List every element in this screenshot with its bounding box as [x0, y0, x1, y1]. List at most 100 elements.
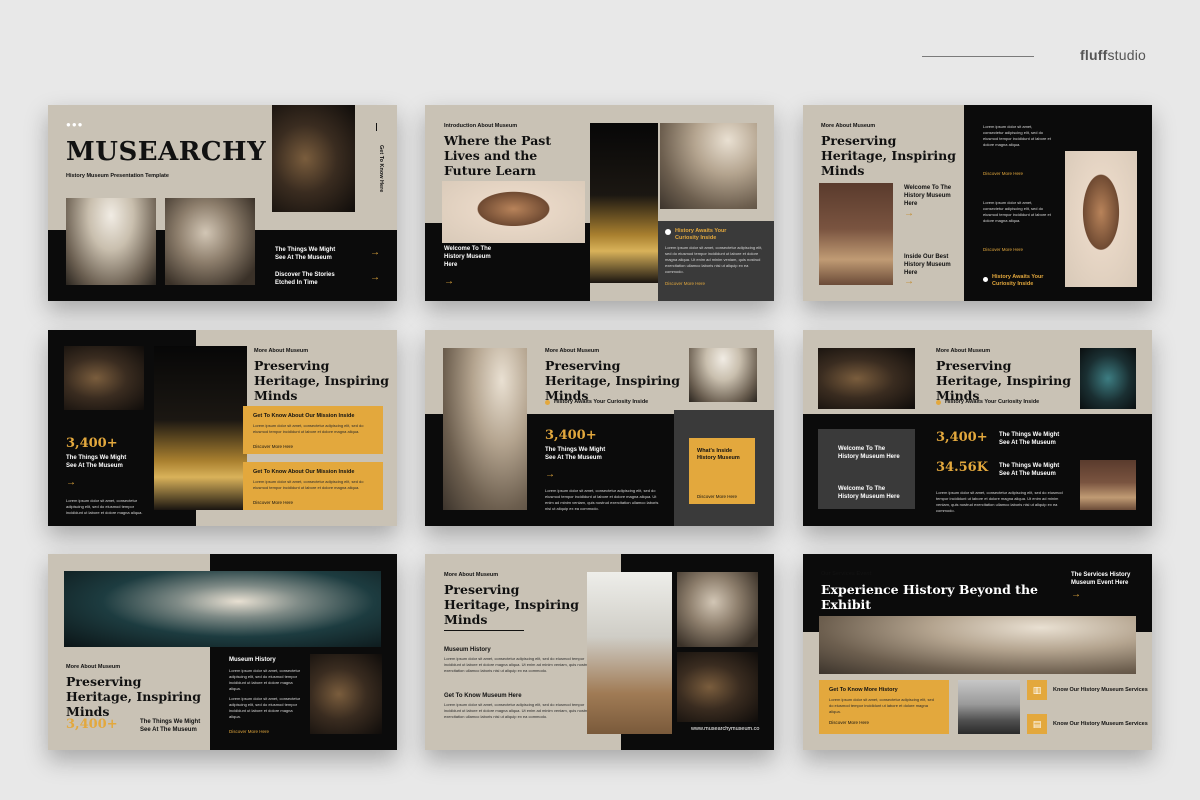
body-text: Lorem ipsum dolor sit amet, consectetur …	[545, 488, 659, 511]
slide-tag: Our Services Event	[821, 571, 872, 577]
discover-link[interactable]: Discover More Here	[983, 247, 1023, 252]
body-text: Lorem ipsum dolor sit amet, consectetur …	[829, 697, 934, 714]
brand-logo[interactable]: fluffstudio	[1080, 47, 1146, 63]
body-text: Lorem ipsum dolor sit amet, consectetur …	[253, 479, 364, 490]
slide-cover[interactable]: ●●● MUSEARCHY History Museum Presentatio…	[48, 105, 397, 301]
bullet-text: History Awaits Your Curiosity Inside	[945, 399, 1040, 405]
service-item[interactable]: Know Our History Museum Services	[1053, 687, 1148, 693]
slide-tag: More About Museum	[545, 348, 600, 354]
discover-link[interactable]: Discover More Here	[253, 444, 293, 449]
body-text: Lorem ipsum dolor sit amet, consectetur …	[983, 200, 1051, 223]
body-text: Lorem ipsum dolor sit amet, consectetur …	[229, 668, 301, 691]
arch-photo	[443, 348, 527, 510]
body-text: Lorem ipsum dolor sit amet, consectetur …	[444, 656, 591, 673]
box-title: What's Inside History Museum	[697, 448, 740, 461]
bust-photo	[442, 181, 585, 243]
bullet-text: History Awaits Your Curiosity Inside	[675, 228, 727, 241]
slide-about[interactable]: More About Museum Preserving Heritage, I…	[803, 105, 1152, 301]
arrow-right-icon[interactable]: →	[444, 277, 454, 287]
gallery-photo	[819, 183, 893, 285]
discover-link[interactable]: Discover More Here	[229, 729, 269, 734]
hall-photo	[66, 198, 156, 285]
hall-photo	[689, 348, 757, 402]
service-item[interactable]: Know Our History Museum Services	[1053, 721, 1148, 727]
arrow-right-icon[interactable]: →	[904, 209, 914, 219]
welcome-text: Welcome To The History Museum Here	[838, 486, 900, 500]
divider	[376, 123, 377, 131]
mission-box-title: Get To Know About Our Mission Inside	[253, 469, 355, 475]
chandelier-photo	[272, 105, 355, 212]
stat-label: The Things We Might See At The Museum	[545, 447, 606, 461]
body-text: Lorem ipsum dolor sit amet, consectetur …	[936, 490, 1063, 513]
stat-number: 34.56K	[936, 460, 989, 475]
slide-history[interactable]: More About Museum Preserving Heritage, I…	[48, 554, 397, 750]
know-heading: Get To Know Museum Here	[444, 693, 522, 699]
website-url[interactable]: www.musearchymuseum.co	[691, 726, 759, 733]
slide-tag: More About Museum	[444, 572, 499, 578]
bullet-icon	[936, 400, 941, 405]
document-icon[interactable]: ▤	[1027, 714, 1047, 734]
busts-photo	[818, 348, 915, 409]
slide-title: Preserving Heritage, Inspiring Minds	[444, 582, 579, 627]
arch-photo	[660, 123, 757, 209]
stat-number: 3,400+	[66, 436, 118, 451]
stat-label: The Things We Might See At The Museum	[999, 463, 1060, 477]
cover-subtitle: History Museum Presentation Template	[66, 173, 169, 179]
slide-introduction[interactable]: Introduction About Museum Where the Past…	[425, 105, 774, 301]
face-photo	[165, 198, 255, 285]
discover-link[interactable]: Discover More Here	[983, 171, 1023, 176]
building-photo	[958, 680, 1020, 734]
museum-icon[interactable]: ▥	[1027, 680, 1047, 700]
slide-tag: More About Museum	[936, 348, 991, 354]
arrow-right-icon[interactable]: →	[370, 248, 380, 258]
arrow-right-icon[interactable]: →	[66, 478, 76, 488]
discover-link[interactable]: Discover More Here	[829, 720, 869, 725]
discover-link[interactable]: Discover More Here	[697, 494, 737, 499]
arrow-right-icon[interactable]: →	[545, 470, 555, 480]
slide-tag: More About Museum	[821, 123, 876, 129]
services-event: The Services History Museum Event Here	[1071, 572, 1131, 586]
dots-icon: ●●●	[66, 120, 84, 129]
slide-services[interactable]: Our Services Event Experience History Be…	[803, 554, 1152, 750]
skylight-gallery-photo	[587, 572, 672, 734]
arrow-right-icon[interactable]: →	[370, 273, 380, 283]
slide-tag: More About Museum	[254, 348, 309, 354]
stat-label: The Things We Might See At The Museum	[999, 432, 1060, 446]
cover-title: MUSEARCHY	[66, 137, 267, 167]
vertical-label: Get To Know Here	[378, 145, 384, 193]
stat-number: 3,400+	[66, 717, 118, 732]
busts-photo	[310, 654, 382, 734]
discover-link[interactable]: Discover More Here	[253, 500, 293, 505]
exhibit-photo	[677, 652, 758, 722]
louvre-photo	[154, 346, 247, 510]
slide-museum-history[interactable]: More About Museum Preserving Heritage, I…	[425, 554, 774, 750]
arrow-right-icon[interactable]: →	[904, 277, 914, 287]
history-heading: Museum History	[444, 647, 491, 653]
origami-birds-photo	[64, 571, 381, 647]
mission-box-title: Get To Know About Our Mission Inside	[253, 413, 355, 419]
louvre-photo	[590, 123, 658, 283]
bust-photo	[1065, 151, 1137, 287]
welcome-text: Welcome To The History Museum Here	[444, 246, 492, 268]
slide-mission[interactable]: 3,400+ The Things We Might See At The Mu…	[48, 330, 397, 526]
arch-photo	[819, 616, 1136, 674]
gallery-photo	[1080, 460, 1136, 510]
arrow-right-icon[interactable]: →	[1071, 590, 1081, 600]
slide-stats[interactable]: Welcome To The History Museum Here Welco…	[803, 330, 1152, 526]
face-photo	[677, 572, 758, 647]
body-text: Lorem ipsum dolor sit amet, consectetur …	[665, 245, 763, 274]
welcome-text: Welcome To The History Museum Here	[904, 185, 952, 207]
exhibit-photo	[1080, 348, 1136, 409]
welcome-text: Welcome To The History Museum Here	[838, 446, 900, 460]
bullet-icon	[983, 277, 988, 282]
slide-title: Preserving Heritage, Inspiring Minds	[66, 674, 201, 719]
body-text: Lorem ipsum dolor sit amet, consectetur …	[253, 423, 364, 434]
discover-link[interactable]: Discover More Here	[665, 281, 705, 286]
history-heading: Museum History	[229, 657, 276, 663]
slide-title: Preserving Heritage, Inspiring Minds	[936, 358, 1071, 403]
slide-title: Experience History Beyond the Exhibit	[821, 582, 1038, 612]
slide-title: Preserving Heritage, Inspiring Minds	[254, 358, 389, 403]
slide-heritage[interactable]: More About Museum Preserving Heritage, I…	[425, 330, 774, 526]
bullet-text: History Awaits Your Curiosity Inside	[554, 399, 649, 405]
slide-title: Preserving Heritage, Inspiring Minds	[545, 358, 680, 403]
